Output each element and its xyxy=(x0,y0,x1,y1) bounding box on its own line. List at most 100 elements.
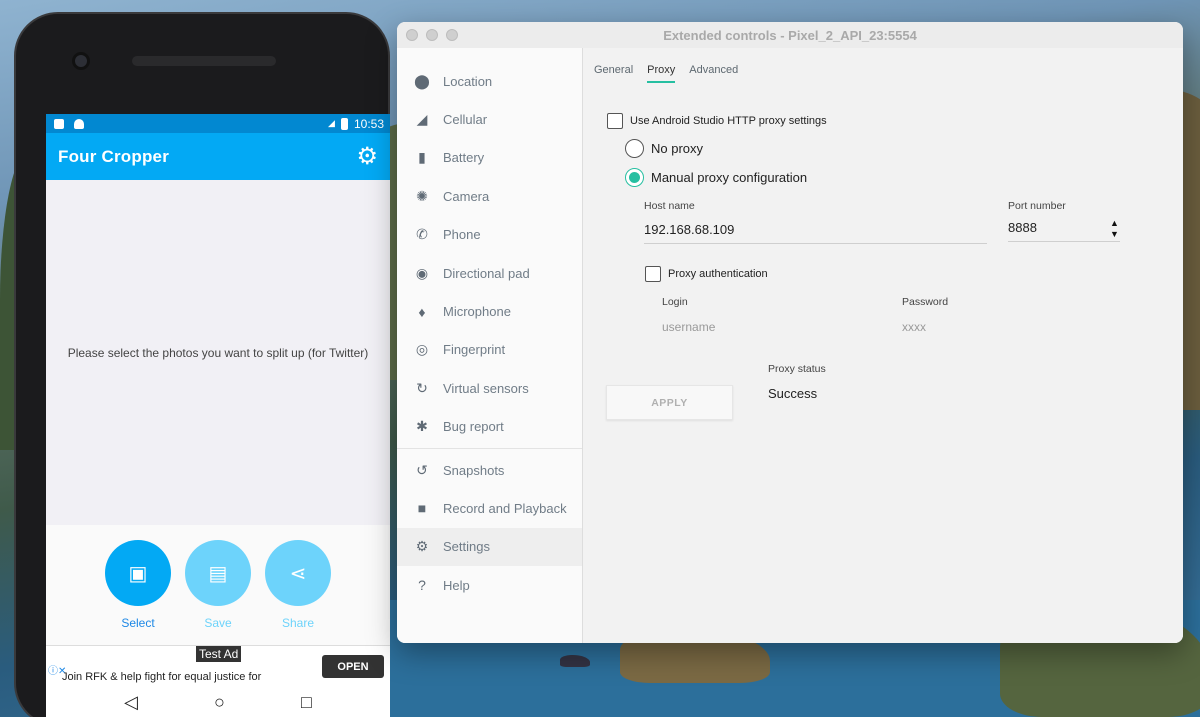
sidebar-item-microphone[interactable]: ♦ Microphone xyxy=(397,292,582,330)
tab-general[interactable]: General xyxy=(594,64,633,83)
no-proxy-radio[interactable] xyxy=(625,139,644,158)
port-number-field[interactable]: 8888 xyxy=(1008,220,1120,242)
extended-controls-window: Extended controls - Pixel_2_API_23:5554 … xyxy=(397,22,1183,643)
proxy-status-value: Success xyxy=(768,386,818,401)
location-pin-icon: ⬤ xyxy=(414,72,430,89)
photo-area: Please select the photos you want to spl… xyxy=(46,180,390,525)
sidebar-item-directional-pad[interactable]: ◉ Directional pad xyxy=(397,254,582,292)
host-name-label: Host name xyxy=(644,200,695,212)
share-button[interactable]: ⋖ Share xyxy=(265,540,331,645)
sidebar-item-label: Help xyxy=(443,577,470,593)
signal-icon: ◢ xyxy=(416,111,428,128)
phone-screen[interactable]: ◢ 10:53 Four Cropper ⚙ Please select the… xyxy=(46,114,390,717)
rotation-icon: ↻ xyxy=(416,379,428,396)
sidebar-item-label: Battery xyxy=(443,150,485,166)
window-title: Extended controls - Pixel_2_API_23:5554 xyxy=(663,27,917,43)
login-label: Login xyxy=(662,296,688,308)
password-field[interactable]: xxxx xyxy=(902,320,1102,340)
sidebar-item-label: Bug report xyxy=(443,419,504,435)
proxy-auth-checkbox[interactable] xyxy=(645,266,661,282)
lte-signal-icon: ◢ xyxy=(328,118,335,128)
floppy-disk-icon[interactable]: ▤ xyxy=(185,540,251,606)
back-icon[interactable]: ◁ xyxy=(124,692,138,713)
android-icon xyxy=(74,118,84,129)
tab-advanced[interactable]: Advanced xyxy=(689,64,738,83)
use-studio-proxy-checkbox[interactable] xyxy=(607,113,623,129)
sidebar-item-label: Fingerprint xyxy=(443,342,506,358)
status-time: 10:53 xyxy=(353,116,384,131)
gallery-icon[interactable]: ▣ xyxy=(105,540,171,606)
port-number-label: Port number xyxy=(1008,200,1066,212)
sidebar-item-label: Camera xyxy=(443,188,490,204)
sd-card-icon xyxy=(54,118,64,129)
microphone-icon: ♦ xyxy=(418,303,426,320)
select-label: Select xyxy=(121,616,155,630)
video-camera-icon: ■ xyxy=(417,500,427,517)
phone-icon: ✆ xyxy=(416,226,428,243)
history-icon: ↺ xyxy=(416,461,428,478)
sidebar-item-label: Microphone xyxy=(443,304,511,320)
sidebar-item-settings[interactable]: ⚙ Settings xyxy=(397,527,582,567)
sidebar-item-record-and-playback[interactable]: ■ Record and Playback xyxy=(397,489,582,527)
help-icon: ? xyxy=(418,577,426,594)
sidebar-item-battery[interactable]: ▮ Battery xyxy=(397,139,582,177)
sidebar-item-camera[interactable]: ✺ Camera xyxy=(397,177,582,215)
sidebar-item-fingerprint[interactable]: ◎ Fingerprint xyxy=(397,331,582,369)
manual-proxy-label: Manual proxy configuration xyxy=(651,170,808,185)
proxy-auth-row[interactable]: Proxy authentication xyxy=(645,266,768,282)
share-icon[interactable]: ⋖ xyxy=(265,540,331,606)
port-stepper[interactable]: ▲ ▼ xyxy=(1110,218,1119,240)
manual-proxy-row[interactable]: Manual proxy configuration xyxy=(625,168,807,187)
sidebar-item-label: Virtual sensors xyxy=(443,380,529,396)
save-label: Save xyxy=(204,616,232,630)
no-proxy-row[interactable]: No proxy xyxy=(625,139,703,158)
sidebar-item-cellular[interactable]: ◢ Cellular xyxy=(397,100,582,138)
tab-proxy[interactable]: Proxy xyxy=(647,64,676,83)
app-title: Four Cropper xyxy=(58,146,170,166)
home-icon[interactable]: ○ xyxy=(214,692,225,713)
sidebar-item-label: Directional pad xyxy=(443,265,530,281)
front-camera xyxy=(72,52,90,70)
sidebar-item-label: Record and Playback xyxy=(443,500,567,516)
sidebar: ⬤ Location ◢ Cellular ▮ Battery ✺ Camera ✆ Ph… xyxy=(397,48,583,643)
host-name-field[interactable]: 192.168.68.109 xyxy=(644,222,987,244)
ad-open-button[interactable]: OPEN xyxy=(322,655,384,678)
bug-icon: ✱ xyxy=(416,418,428,435)
share-label: Share xyxy=(281,616,315,630)
window-titlebar[interactable]: Extended controls - Pixel_2_API_23:5554 xyxy=(397,22,1183,48)
recents-icon[interactable]: □ xyxy=(301,692,312,713)
login-field[interactable]: username xyxy=(662,320,862,340)
gear-icon[interactable]: ⚙ xyxy=(356,144,378,169)
sidebar-item-label: Phone xyxy=(443,227,481,243)
ad-text: Join RFK & help fight for equal justice … xyxy=(62,671,262,683)
android-nav-bar: ◁ ○ □ xyxy=(46,687,390,717)
ad-banner[interactable]: Test Ad ⓘ✕ Join RFK & help fight for equ… xyxy=(46,645,390,687)
use-studio-proxy-row[interactable]: Use Android Studio HTTP proxy settings xyxy=(607,113,827,129)
background-island xyxy=(560,655,590,667)
sidebar-item-snapshots[interactable]: ↺ Snapshots xyxy=(397,451,582,489)
earpiece-speaker xyxy=(132,56,276,66)
decrement-arrow-icon[interactable]: ▼ xyxy=(1110,229,1119,240)
sidebar-item-virtual-sensors[interactable]: ↻ Virtual sensors xyxy=(397,369,582,407)
sidebar-item-help[interactable]: ? Help xyxy=(397,566,582,604)
settings-panel: General Proxy Advanced Use Android Studi… xyxy=(584,48,1183,643)
sidebar-item-location[interactable]: ⬤ Location xyxy=(397,62,582,100)
sidebar-item-bug-report[interactable]: ✱ Bug report xyxy=(397,408,582,446)
status-bar: ◢ 10:53 xyxy=(46,114,390,133)
select-button[interactable]: ▣ Select xyxy=(105,540,171,645)
save-button[interactable]: ▤ Save xyxy=(185,540,251,645)
sidebar-item-phone[interactable]: ✆ Phone xyxy=(397,216,582,254)
proxy-status-label: Proxy status xyxy=(768,363,826,375)
camera-icon: ✺ xyxy=(416,187,428,204)
sidebar-item-label: Location xyxy=(443,73,493,89)
action-buttons: ▣ Select ▤ Save ⋖ Share xyxy=(46,525,390,645)
gear-icon: ⚙ xyxy=(415,538,429,555)
app-bar: Four Cropper ⚙ xyxy=(46,133,390,180)
phone-emulator: ◢ 10:53 Four Cropper ⚙ Please select the… xyxy=(14,12,390,717)
battery-charging-icon xyxy=(340,117,348,130)
increment-arrow-icon[interactable]: ▲ xyxy=(1110,218,1119,229)
fingerprint-icon: ◎ xyxy=(415,341,429,358)
manual-proxy-radio[interactable] xyxy=(625,168,644,187)
test-ad-tag: Test Ad xyxy=(196,646,242,662)
apply-button[interactable]: APPLY xyxy=(606,385,733,420)
